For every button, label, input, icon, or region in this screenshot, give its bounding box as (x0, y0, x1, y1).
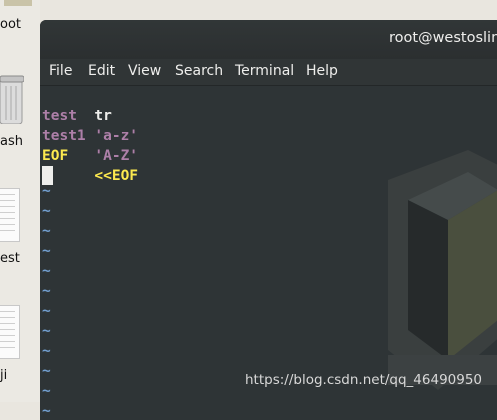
document-icon[interactable] (0, 188, 20, 242)
trash-icon[interactable] (0, 72, 24, 124)
menu-file[interactable]: File (49, 63, 72, 79)
text-line: test1 (42, 128, 86, 144)
menu-help[interactable]: Help (306, 63, 338, 79)
tilde-marker: ~ (42, 263, 51, 279)
home-folder-icon[interactable] (4, 0, 32, 6)
tilde-marker: ~ (42, 223, 51, 239)
heredoc-marker: <<EOF (94, 168, 139, 184)
menu-terminal[interactable]: Terminal (235, 63, 294, 79)
tilde-marker: ~ (42, 363, 51, 379)
document-icon[interactable] (0, 305, 20, 359)
tilde-marker: ~ (42, 183, 51, 199)
tilde-marker: ~ (42, 383, 51, 399)
command-line: tr 'a-z' 'A-Z' <<EOF (42, 86, 138, 184)
text-line: test (42, 108, 77, 124)
tilde-marker: ~ (42, 283, 51, 299)
watermark-url: https://blog.csdn.net/qq_46490950 (245, 372, 483, 388)
tilde-marker: ~ (42, 243, 51, 259)
tilde-marker: ~ (42, 403, 51, 419)
tilde-marker: ~ (42, 343, 51, 359)
tilde-marker: ~ (42, 303, 51, 319)
trash-label[interactable]: ash (0, 134, 23, 149)
menu-edit[interactable]: Edit (88, 63, 115, 79)
command-text: tr (94, 108, 112, 124)
home-folder-label[interactable]: oot (0, 17, 21, 32)
logo-watermark-icon (388, 150, 497, 390)
menu-bar: File Edit View Search Terminal Help (40, 59, 497, 86)
title-bar[interactable]: root@westoslin (40, 20, 497, 59)
tilde-marker: ~ (42, 323, 51, 339)
document-label[interactable]: est (0, 251, 20, 266)
document-label[interactable]: ji (0, 368, 7, 383)
heredoc-end: EOF (42, 148, 69, 164)
menu-search[interactable]: Search (175, 63, 223, 79)
terminal-window: root@westoslin File Edit View Search Ter… (40, 20, 497, 420)
desktop: oot ash est ji (0, 0, 40, 402)
string-arg: 'A-Z' (94, 148, 139, 164)
tilde-marker: ~ (42, 203, 51, 219)
menu-view[interactable]: View (128, 63, 161, 79)
terminal-content[interactable]: tr 'a-z' 'A-Z' <<EOF test test1 EOF ~ ~ ~ ~… (40, 86, 497, 420)
string-arg: 'a-z' (94, 128, 139, 144)
window-title: root@westoslin (389, 30, 497, 46)
